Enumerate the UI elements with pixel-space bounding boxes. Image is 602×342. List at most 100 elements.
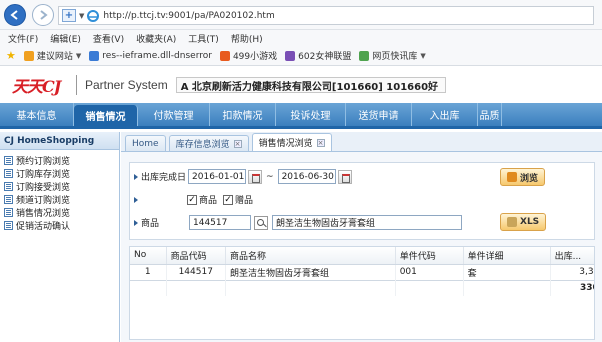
- column-header[interactable]: 商品名称: [225, 247, 396, 265]
- tab[interactable]: 库存信息浏览 ×: [168, 135, 249, 151]
- tab-label: Home: [132, 138, 159, 149]
- tab-label: 库存信息浏览: [175, 140, 230, 150]
- product-label: 商品: [141, 219, 160, 229]
- sidebar-item[interactable]: 频道订购浏览: [4, 193, 119, 206]
- gift-checkbox[interactable]: ✓: [223, 194, 234, 205]
- sidebar: CJ HomeShopping 预约订购浏览 订购库存浏览订购接受浏览 频道订购浏览…: [0, 132, 120, 342]
- menu-item[interactable]: 收藏夹(A): [136, 32, 176, 45]
- nav-item[interactable]: 送货申请: [346, 103, 412, 126]
- menu-item[interactable]: 查看(V): [93, 32, 124, 45]
- search-icon[interactable]: [254, 215, 268, 230]
- sidebar-item[interactable]: 促销活动确认: [4, 219, 119, 232]
- divider: [76, 75, 77, 95]
- table-cell: 朗圣洁生物固齿牙膏套组: [225, 264, 396, 280]
- back-button[interactable]: [4, 4, 26, 26]
- close-icon[interactable]: ×: [233, 139, 242, 148]
- favorite-link[interactable]: 499小游戏: [219, 49, 277, 62]
- url-text: http://p.ttcj.tv:9001/pa/PA020102.htm: [103, 10, 275, 21]
- menu-item[interactable]: 编辑(E): [50, 32, 81, 45]
- table-cell: 1: [130, 264, 167, 280]
- tab[interactable]: 销售情况浏览 ×: [251, 133, 332, 151]
- url-field[interactable]: + ▼ http://p.ttcj.tv:9001/pa/PA020102.ht…: [58, 6, 594, 25]
- nav-item[interactable]: 基本信息: [0, 103, 74, 126]
- company-selector[interactable]: A 北京刷新活力健康科技有限公司[101660] 101660好: [175, 77, 446, 93]
- tab-bar: Home 库存信息浏览 × 销售情况浏览 ×: [121, 132, 602, 152]
- table-cell: [395, 279, 464, 296]
- menu-item[interactable]: 文件(F): [8, 32, 38, 45]
- column-header[interactable]: No: [130, 247, 167, 265]
- tab[interactable]: Home: [125, 135, 166, 151]
- favorites-star-icon[interactable]: ★: [6, 49, 16, 62]
- arrow-left-icon: [10, 10, 18, 20]
- menu-item[interactable]: 工具(T): [188, 32, 219, 45]
- date-to-input[interactable]: 2016-06-30: [277, 169, 336, 184]
- menu-item[interactable]: 帮助(H): [231, 32, 263, 45]
- chevron-down-icon[interactable]: ▼: [76, 52, 81, 60]
- table-cell: [166, 279, 226, 296]
- ie-icon: [87, 9, 100, 22]
- search-icon: [507, 172, 517, 182]
- bullet-icon: [134, 219, 138, 226]
- product-row: 商品 144517 朗圣洁生物固齿牙膏套组: [134, 215, 462, 230]
- column-header[interactable]: 出库...: [550, 247, 594, 265]
- browser-address-bar: + ▼ http://p.ttcj.tv:9001/pa/PA020102.ht…: [0, 0, 602, 30]
- list-icon: [4, 208, 13, 217]
- table-header: No 商品代码 商品名称 单件代码 单件详细 出库...: [130, 247, 594, 265]
- sidebar-item[interactable]: 订购库存浏览: [4, 167, 119, 180]
- site-icon: [23, 50, 34, 61]
- browse-button-label: 浏览: [520, 173, 539, 184]
- sidebar-item-label: 销售情况浏览: [16, 209, 71, 219]
- date-from-input[interactable]: 2016-01-01: [188, 169, 247, 184]
- gift-checkbox-label: 赠品: [235, 196, 254, 206]
- calendar-icon[interactable]: [248, 169, 263, 184]
- chevron-down-icon[interactable]: ▼: [420, 52, 425, 60]
- sidebar-item-label: 促销活动确认: [16, 222, 71, 232]
- forward-button[interactable]: [32, 4, 54, 26]
- sidebar-item[interactable]: 预约订购浏览: [4, 154, 119, 167]
- favorite-link[interactable]: 建议网站 ▼: [23, 49, 81, 62]
- nav-item[interactable]: 扣款情况: [210, 103, 276, 126]
- main-content: Home 库存信息浏览 × 销售情况浏览 × 出库完成日 2016-01-01 ~ 20…: [121, 132, 602, 342]
- column-header[interactable]: 单件详细: [463, 247, 551, 265]
- table-cell: [463, 279, 551, 296]
- table-cell: 144517: [166, 264, 226, 280]
- company-name: A 北京刷新活力健康科技有限公司[101660] 101660好: [180, 81, 439, 93]
- type-row: ✓ 商品 ✓ 赠品: [134, 193, 253, 206]
- close-icon[interactable]: ×: [316, 138, 325, 147]
- nav-item[interactable]: 销售情况: [74, 105, 138, 126]
- table-cell: 3302: [550, 279, 594, 296]
- list-icon: [4, 169, 13, 178]
- site-header: 天天CJ Partner System A 北京刷新活力健康科技有限公司[101…: [0, 67, 602, 103]
- calendar-icon[interactable]: [337, 169, 352, 184]
- date-row: 出库完成日 2016-01-01 ~ 2016-06-30: [134, 169, 352, 184]
- table-cell: 套: [463, 264, 551, 280]
- plus-icon[interactable]: +: [62, 9, 76, 22]
- result-table: No 商品代码 商品名称 单件代码 单件详细 出库... 1 144517 朗圣洁生物固齿牙膏…: [129, 246, 595, 340]
- nav-item[interactable]: 投诉处理: [276, 103, 346, 126]
- sidebar-item[interactable]: 订购接受浏览: [4, 180, 119, 193]
- column-header[interactable]: 单件代码: [395, 247, 464, 265]
- sidebar-title: CJ HomeShopping: [0, 132, 119, 150]
- sidebar-item-label: 订购接受浏览: [16, 183, 71, 193]
- favorite-link[interactable]: res--ieframe.dll-dnserror: [89, 50, 212, 61]
- nav-item[interactable]: 入出库: [412, 103, 478, 126]
- xls-button[interactable]: XLS: [500, 213, 547, 231]
- browse-button[interactable]: 浏览: [500, 168, 546, 186]
- sidebar-item[interactable]: 销售情况浏览: [4, 206, 119, 219]
- nav-item[interactable]: 品质: [478, 103, 502, 126]
- date-label: 出库完成日: [141, 173, 187, 183]
- arrow-right-icon: [40, 10, 48, 20]
- table-cell: 3,302: [550, 264, 594, 280]
- goods-checkbox[interactable]: ✓: [187, 194, 197, 205]
- nav-item[interactable]: 付款管理: [138, 103, 210, 126]
- product-name-input[interactable]: 朗圣洁生物固齿牙膏套组: [272, 215, 462, 230]
- product-code-input[interactable]: 144517: [189, 215, 251, 230]
- site-icon: [285, 50, 296, 61]
- tab-label: 销售情况浏览: [258, 139, 313, 149]
- favorite-link[interactable]: 网页快讯库 ▼: [359, 49, 426, 62]
- chevron-down-icon[interactable]: ▼: [79, 12, 84, 20]
- favorite-link[interactable]: 602女神联盟: [285, 49, 351, 62]
- bullet-icon: [134, 173, 138, 180]
- column-header[interactable]: 商品代码: [166, 247, 226, 265]
- table-row[interactable]: 1144517朗圣洁生物固齿牙膏套组001套3,302: [130, 264, 594, 280]
